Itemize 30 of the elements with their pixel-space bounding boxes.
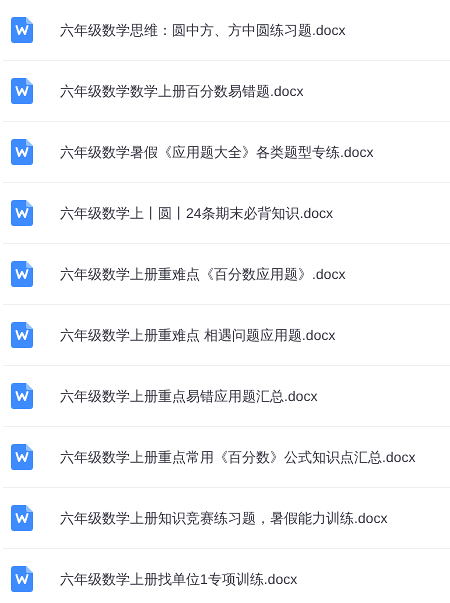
file-row[interactable]: 六年级数学上册重难点 相遇问题应用题.docx [3, 305, 450, 366]
file-row[interactable]: 六年级数学暑假《应用题大全》各类题型专练.docx [3, 122, 450, 183]
file-name: 六年级数学思维：圆中方、方中圆练习题.docx [60, 20, 346, 40]
file-row[interactable]: 六年级数学上册重点常用《百分数》公式知识点汇总.docx [3, 427, 450, 488]
document-icon [11, 139, 33, 165]
file-row[interactable]: 六年级数学上册知识竞赛练习题，暑假能力训练.docx [3, 488, 450, 549]
document-icon [11, 17, 33, 43]
file-name: 六年级数学上册重难点 相遇问题应用题.docx [60, 326, 336, 344]
file-name: 六年级数学暑假《应用题大全》各类题型专练.docx [60, 142, 374, 162]
document-icon [11, 383, 33, 409]
file-row[interactable]: 六年级数学数学上册百分数易错题.docx [3, 61, 450, 122]
document-icon [11, 444, 33, 470]
document-icon [11, 261, 33, 287]
document-icon [11, 78, 33, 104]
file-row[interactable]: 六年级数学上册重点易错应用题汇总.docx [3, 366, 450, 427]
file-row[interactable]: 六年级数学上丨圆丨24条期末必背知识.docx [3, 183, 450, 244]
file-name: 六年级数学上册知识竞赛练习题，暑假能力训练.docx [60, 508, 388, 528]
document-icon [11, 505, 33, 531]
file-name: 六年级数学上册找单位1专项训练.docx [60, 570, 298, 588]
file-name: 六年级数学上册重难点《百分数应用题》.docx [60, 264, 346, 284]
file-row[interactable]: 六年级数学上册找单位1专项训练.docx [3, 549, 450, 603]
document-icon [11, 200, 33, 226]
file-name: 六年级数学上册重点易错应用题汇总.docx [60, 386, 318, 406]
document-icon [11, 322, 33, 348]
file-name: 六年级数学数学上册百分数易错题.docx [60, 82, 304, 100]
file-row[interactable]: 六年级数学上册重难点《百分数应用题》.docx [3, 244, 450, 305]
file-row[interactable]: 六年级数学思维：圆中方、方中圆练习题.docx [3, 0, 450, 61]
file-name: 六年级数学上丨圆丨24条期末必背知识.docx [60, 204, 334, 222]
document-icon [11, 566, 33, 592]
file-name: 六年级数学上册重点常用《百分数》公式知识点汇总.docx [60, 448, 416, 466]
